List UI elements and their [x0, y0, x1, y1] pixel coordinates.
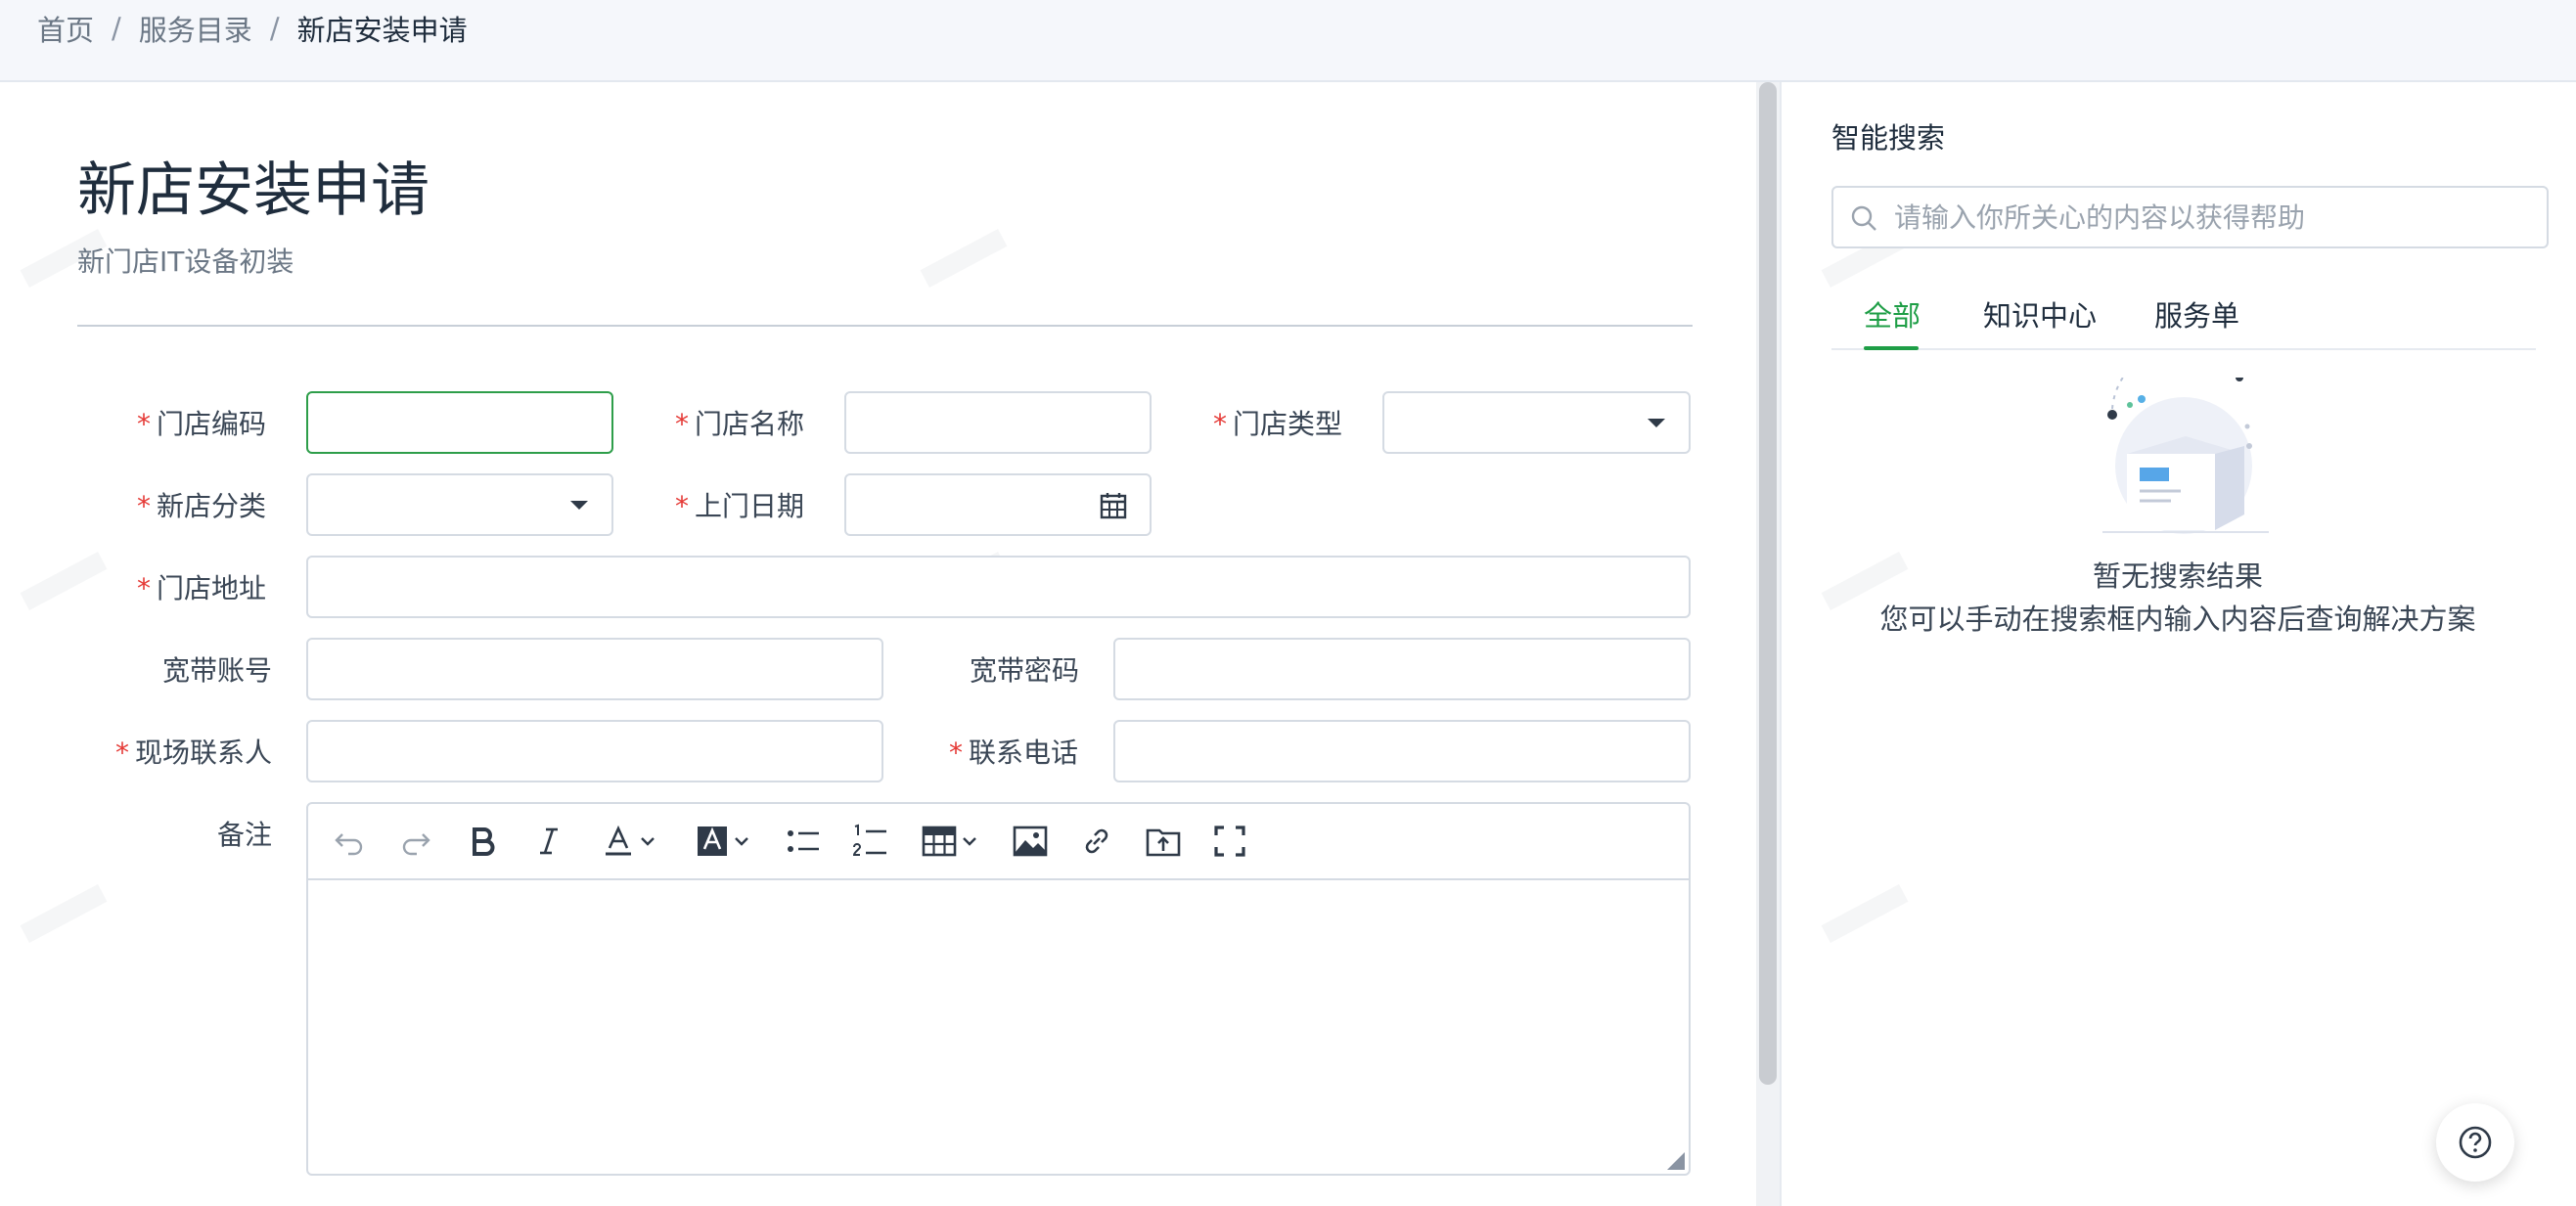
broadband-account-label: 宽带账号	[162, 651, 272, 691]
breadcrumb-service-catalog[interactable]: 服务目录	[139, 8, 252, 49]
empty-result-title: 暂无搜索结果	[2092, 559, 2263, 593]
search-input[interactable]	[1894, 198, 2530, 237]
visit-date-label: * 上门日期	[675, 487, 804, 526]
store-address-input[interactable]	[306, 556, 1691, 618]
visit-date-label-text: 上门日期	[695, 490, 805, 522]
required-mark: *	[137, 408, 151, 440]
store-type-select[interactable]	[1382, 391, 1691, 454]
visit-date-picker[interactable]	[844, 473, 1152, 536]
top-bar: 首页 / 服务目录 / 新店安装申请	[0, 0, 2576, 82]
italic-icon[interactable]	[527, 820, 570, 863]
watermark	[20, 884, 108, 943]
breadcrumb-current: 新店安装申请	[296, 14, 468, 47]
required-mark: *	[949, 737, 963, 769]
site-contact-label-text: 现场联系人	[135, 737, 273, 769]
broadband-password-label: 宽带密码	[970, 651, 1079, 691]
question-circle-icon	[2459, 1126, 2492, 1159]
chevron-down-icon	[1648, 419, 1665, 427]
watermark	[20, 552, 108, 610]
panel-title: 智能搜索	[1831, 121, 1946, 155]
chevron-down-icon	[570, 501, 588, 510]
bullet-list-icon[interactable]	[782, 820, 825, 863]
scrollbar-thumb[interactable]	[1759, 82, 1777, 1085]
store-address-label-text: 门店地址	[157, 572, 267, 604]
watermark	[1821, 884, 1909, 943]
contact-phone-input[interactable]	[1113, 720, 1691, 782]
calendar-icon	[1100, 493, 1127, 519]
table-icon[interactable]	[915, 820, 985, 863]
breadcrumb: 首页 / 服务目录 / 新店安装申请	[37, 8, 468, 49]
page-subtitle: 新门店IT设备初装	[77, 246, 294, 278]
required-mark: *	[115, 737, 129, 769]
undo-icon[interactable]	[328, 820, 371, 863]
store-category-label-text: 新店分类	[157, 490, 267, 522]
required-mark: *	[137, 490, 151, 522]
store-category-select[interactable]	[306, 473, 613, 536]
image-icon[interactable]	[1009, 820, 1052, 863]
required-mark: *	[1213, 408, 1227, 440]
redo-icon[interactable]	[394, 820, 437, 863]
editor-toolbar	[308, 804, 1689, 880]
remarks-label: 备注	[217, 816, 272, 855]
remarks-label-text: 备注	[217, 819, 273, 851]
page-title: 新店安装申请	[77, 156, 429, 225]
upload-file-icon[interactable]	[1142, 820, 1185, 863]
tab-service-tickets[interactable]: 服务单	[2154, 293, 2239, 335]
required-mark: *	[137, 572, 151, 604]
breadcrumb-separator: /	[269, 12, 280, 45]
font-color-icon[interactable]	[594, 820, 664, 863]
numbered-list-icon[interactable]	[848, 820, 891, 863]
store-code-label: * 门店编码	[137, 405, 266, 444]
required-mark: *	[675, 408, 689, 440]
broadband-account-input[interactable]	[306, 638, 883, 700]
search-icon	[1851, 205, 1876, 231]
broadband-password-input[interactable]	[1113, 638, 1691, 700]
store-type-label-text: 门店类型	[1233, 408, 1343, 440]
empty-result-description: 您可以手动在搜索框内输入内容后查询解决方案	[1879, 603, 2476, 636]
smart-search-panel: 智能搜索 全部 知识中心 服务单	[1780, 82, 2576, 1206]
watermark	[920, 229, 1008, 288]
store-name-input[interactable]	[844, 391, 1152, 454]
tab-knowledge-center[interactable]: 知识中心	[1983, 293, 2097, 335]
store-category-label: * 新店分类	[137, 487, 266, 526]
active-tab-indicator	[1864, 346, 1919, 350]
tab-all[interactable]: 全部	[1864, 293, 1921, 335]
store-name-label-text: 门店名称	[695, 408, 805, 440]
search-tabs: 全部 知识中心 服务单	[1831, 278, 2536, 350]
link-icon[interactable]	[1075, 820, 1118, 863]
breadcrumb-separator: /	[112, 12, 121, 45]
resize-handle[interactable]	[1667, 1152, 1685, 1170]
store-address-label: * 门店地址	[137, 569, 266, 608]
contact-phone-label: * 联系电话	[949, 734, 1078, 773]
background-color-icon[interactable]	[688, 820, 758, 863]
store-type-label: * 门店类型	[1213, 405, 1342, 444]
breadcrumb-home[interactable]: 首页	[37, 8, 94, 49]
form-scrollbar[interactable]	[1756, 82, 1780, 1206]
remarks-editor[interactable]	[306, 802, 1691, 1176]
required-mark: *	[675, 490, 689, 522]
fullscreen-icon[interactable]	[1208, 820, 1251, 863]
empty-box-icon	[2102, 378, 2269, 534]
contact-phone-label-text: 联系电话	[969, 737, 1079, 769]
broadband-account-label-text: 宽带账号	[162, 654, 273, 687]
help-button[interactable]	[2436, 1103, 2514, 1182]
site-contact-label: * 现场联系人	[115, 734, 272, 773]
store-code-input[interactable]	[306, 391, 613, 454]
store-name-label: * 门店名称	[675, 405, 804, 444]
broadband-password-label-text: 宽带密码	[970, 654, 1080, 687]
bold-icon[interactable]	[461, 820, 504, 863]
site-contact-input[interactable]	[306, 720, 883, 782]
store-code-label-text: 门店编码	[157, 408, 267, 440]
search-box[interactable]	[1831, 186, 2549, 248]
title-divider	[77, 325, 1693, 327]
